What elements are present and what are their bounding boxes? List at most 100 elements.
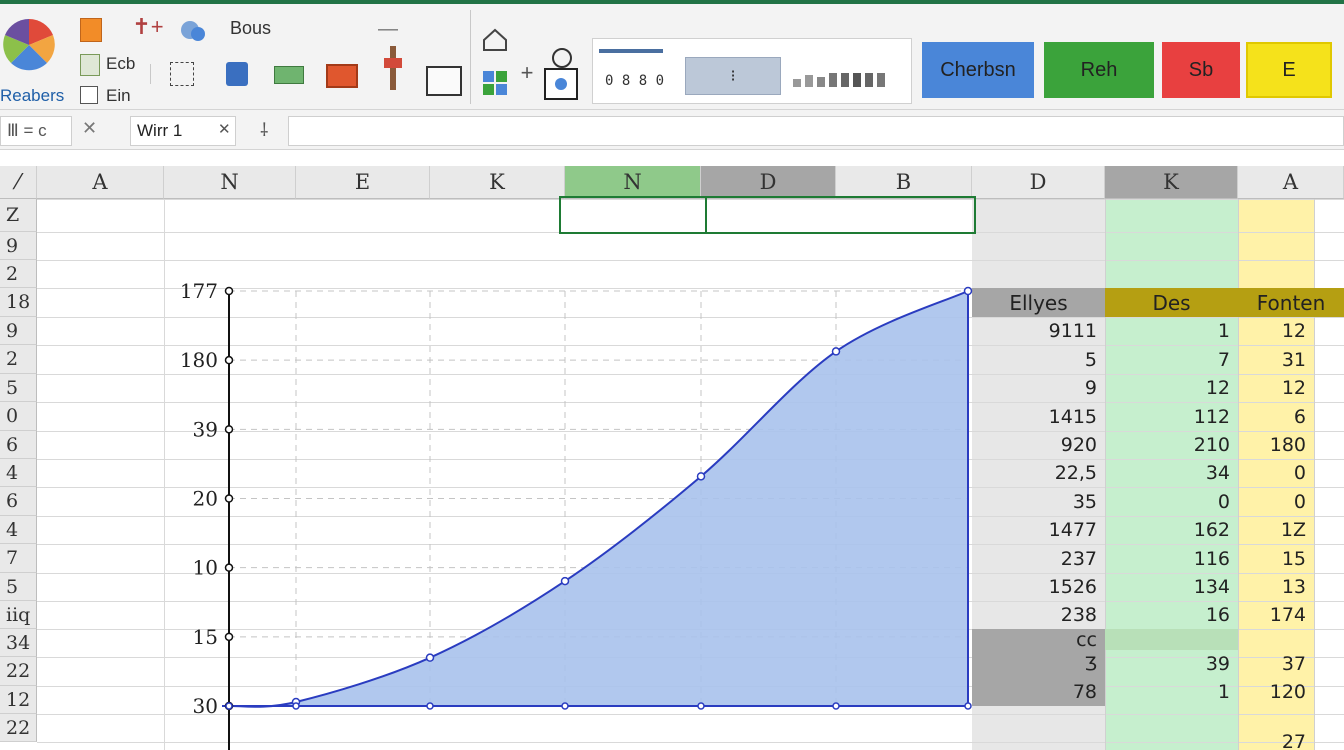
table-cell[interactable] [972,706,1105,734]
table-cell[interactable]: 120 [1238,678,1314,706]
column-header-2[interactable]: N [164,166,296,199]
row-header[interactable]: 6 [0,431,37,459]
table-cell[interactable]: ᴄᴄ [972,629,1105,650]
function-icon[interactable]: ⸸ [260,118,268,142]
table-header-cell[interactable]: Fonten [1238,288,1344,317]
column-header-3[interactable]: E [296,166,430,199]
column-header-5[interactable]: N [565,166,701,199]
table-cell[interactable]: 6 [1238,402,1314,431]
table-cell[interactable] [1238,629,1314,650]
home-icon[interactable] [482,28,508,52]
name-box[interactable]: Ⅲ = c [0,116,72,146]
table-cell[interactable] [1105,706,1238,734]
selected-range[interactable] [705,196,976,234]
chart-icon[interactable] [274,66,304,84]
table-cell[interactable]: 0 [1238,487,1314,516]
table-cell[interactable]: 15 [1238,544,1314,573]
table-header-cell[interactable]: Ellyes [972,288,1105,317]
window-icon[interactable] [426,66,462,96]
table-cell[interactable]: 210 [1105,431,1238,459]
table-cell[interactable]: 12 [1238,374,1314,402]
badge-icon[interactable] [552,48,572,68]
row-header[interactable]: 5 [0,374,37,402]
bar-pattern-icon[interactable] [793,69,905,87]
table-cell[interactable]: 39 [1105,650,1238,678]
row-header[interactable]: 12 [0,686,37,714]
row-header[interactable]: 4 [0,459,37,487]
row-header[interactable]: 7 [0,544,37,573]
table-cell[interactable]: 9111 [972,317,1105,345]
column-header-1[interactable]: A [37,166,164,199]
table-cell[interactable]: 237 [972,544,1105,573]
table-cell[interactable]: 134 [1105,573,1238,601]
table-cell[interactable]: 1477 [972,516,1105,544]
row-header[interactable]: 0 [0,402,37,431]
table-cell[interactable] [1105,734,1238,750]
table-cell[interactable]: 238 [972,601,1105,629]
table-cell[interactable]: 1526 [972,573,1105,601]
row-header[interactable]: 2 [0,260,37,288]
table-cell[interactable]: 116 [1105,544,1238,573]
table-cell[interactable]: 9 [972,374,1105,402]
table-cell[interactable] [1238,706,1314,734]
table-cell[interactable] [1105,629,1238,650]
plus-icon[interactable]: + [516,60,538,85]
row-header[interactable]: 18 [0,288,37,317]
format-icon[interactable] [384,46,402,90]
gift-icon[interactable] [326,64,358,88]
number-format-sample[interactable]: 0 8 8 0 [605,73,664,89]
table-cell[interactable]: 13 [1238,573,1314,601]
table-cell[interactable]: 0 [1238,459,1314,487]
table-cell[interactable] [972,734,1105,750]
row-header[interactable]: 9 [0,232,37,260]
table-cell[interactable]: 16 [1105,601,1238,629]
table-cell[interactable]: 35 [972,487,1105,516]
close-icon[interactable]: ✕ [218,120,231,138]
column-header-10[interactable]: A [1238,166,1344,199]
cancel-icon[interactable]: ✕ [82,118,97,139]
insert-icon[interactable] [80,18,102,42]
table-cell[interactable]: 34 [1105,459,1238,487]
column-header-4[interactable]: K [430,166,565,199]
cell-style-4[interactable]: E [1246,42,1332,98]
grid-icon[interactable] [482,70,508,96]
pie-chart-icon[interactable] [0,16,58,74]
table-cell[interactable]: 27 [1238,734,1314,750]
column-header-7[interactable]: B [836,166,972,199]
column-header-6[interactable]: D [701,166,836,199]
row-header[interactable]: 22 [0,714,37,742]
table-cell[interactable]: 112 [1105,402,1238,431]
table-icon[interactable] [170,62,194,86]
row-header[interactable]: 5 [0,573,37,601]
selected-cell[interactable] [559,196,707,234]
row-header[interactable]: 9 [0,317,37,345]
column-header-8[interactable]: D [972,166,1105,199]
table-cell[interactable]: 180 [1238,431,1314,459]
selected-style-swatch[interactable]: ⁝ [685,57,781,95]
table-cell[interactable]: 12 [1238,317,1314,345]
table-cell[interactable]: 1 [1105,317,1238,345]
table-cell[interactable]: 174 [1238,601,1314,629]
column-header-9[interactable]: K [1105,166,1238,199]
row-header[interactable]: 6 [0,487,37,516]
table-cell[interactable]: 22,5 [972,459,1105,487]
picture-icon[interactable] [178,16,208,44]
clipboard-icon[interactable] [80,54,100,76]
checkbox-icon[interactable] [80,86,98,104]
table-cell[interactable]: 12 [1105,374,1238,402]
table-cell[interactable]: 1415 [972,402,1105,431]
table-cell[interactable]: 1 [1105,678,1238,706]
shape-icon[interactable] [226,62,248,86]
table-cell[interactable]: 920 [972,431,1105,459]
cell-style-icon[interactable] [544,68,578,100]
table-cell[interactable]: 162 [1105,516,1238,544]
row-header[interactable]: 34 [0,629,37,657]
table-cell[interactable]: 5 [972,345,1105,374]
row-header[interactable]: Z [0,199,37,232]
row-header[interactable]: 4 [0,516,37,544]
table-cell[interactable]: 0 [1105,487,1238,516]
cell-style-3[interactable]: Sb [1162,42,1240,98]
table-cell[interactable]: 78 [972,678,1105,706]
table-cell[interactable]: 37 [1238,650,1314,678]
row-header[interactable]: iiq [0,601,37,629]
